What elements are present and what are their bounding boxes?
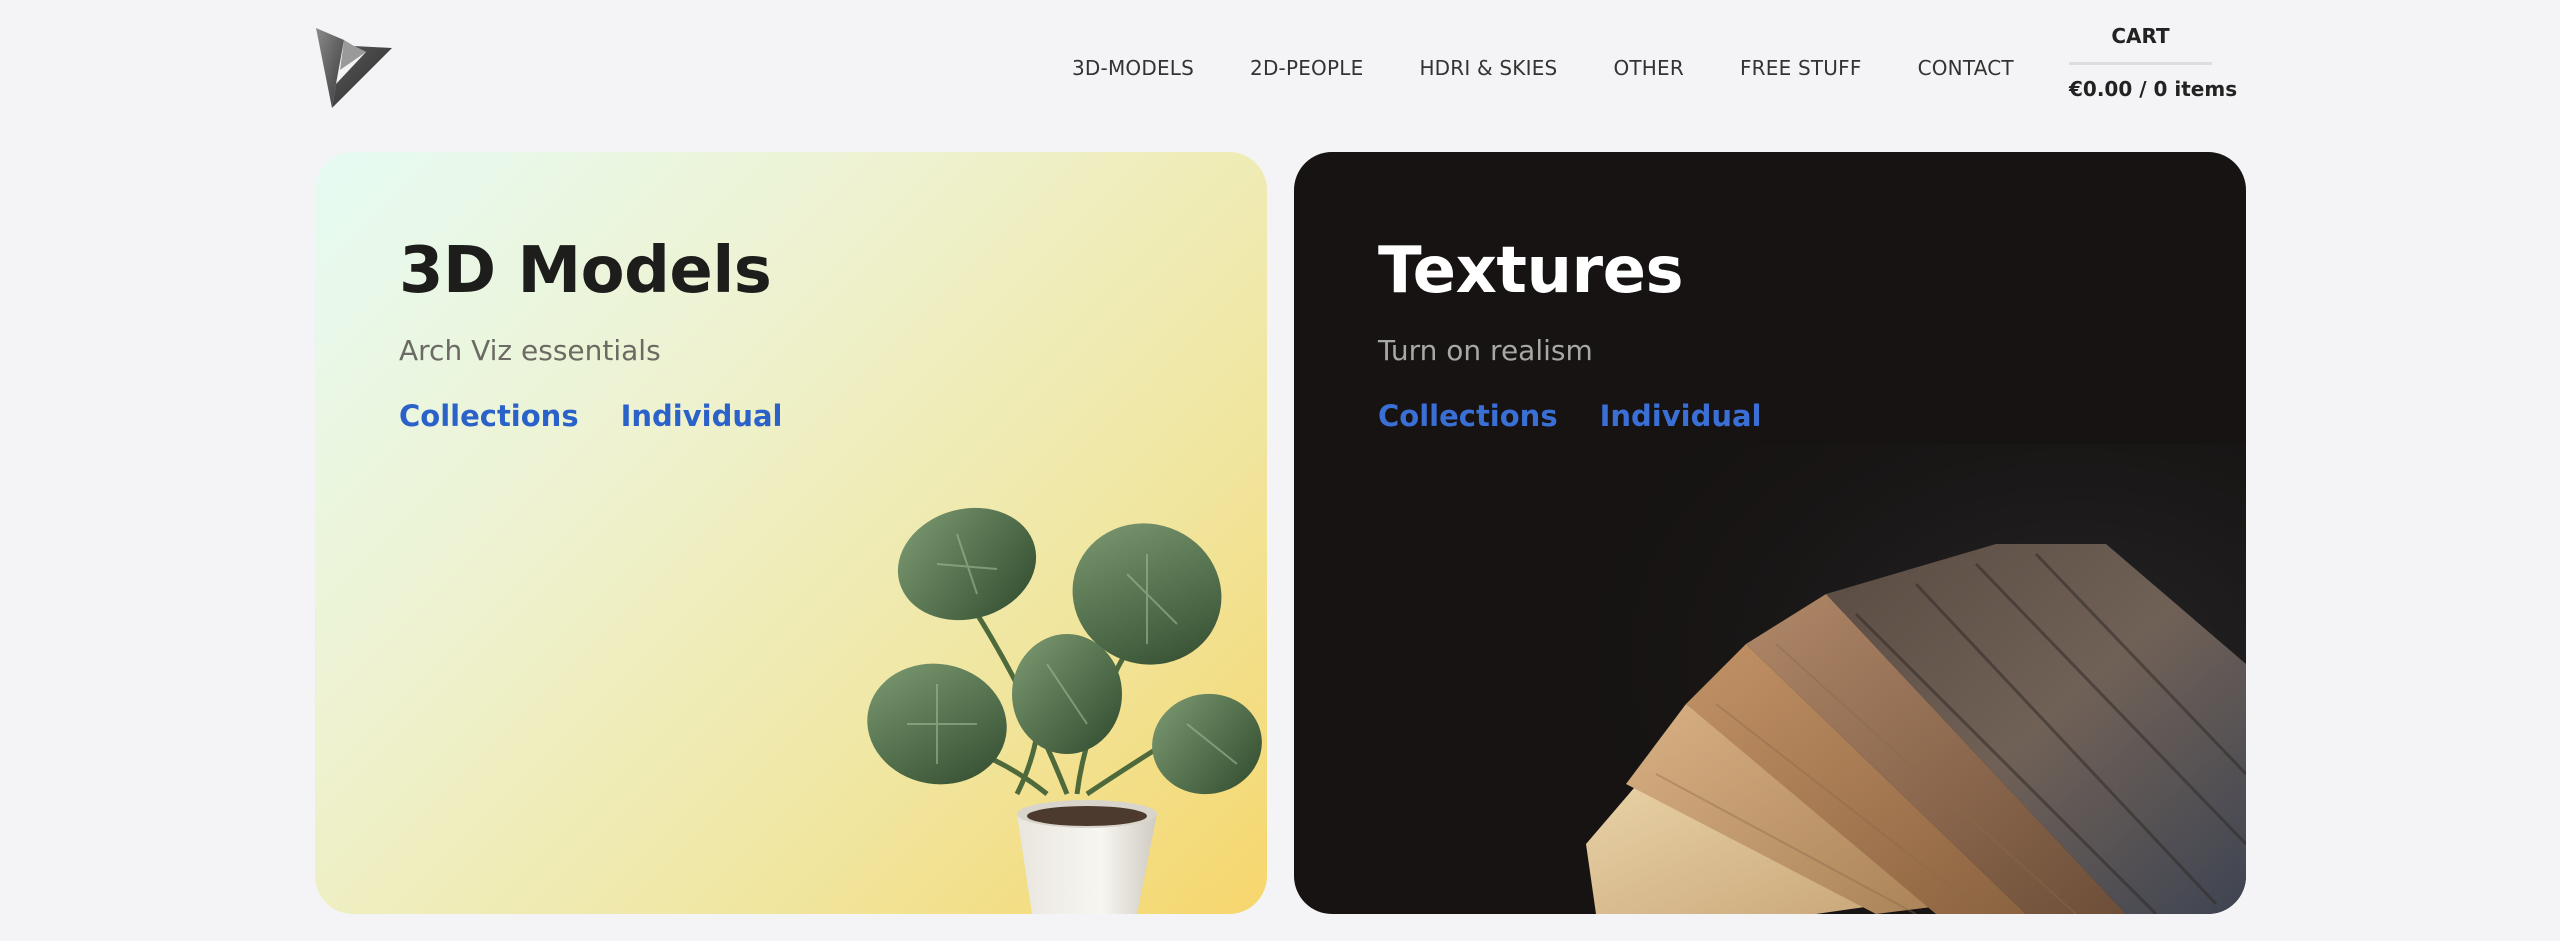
card-title: 3D Models bbox=[399, 234, 772, 308]
card-subtitle: Arch Viz essentials bbox=[399, 334, 661, 367]
card-subtitle: Turn on realism bbox=[1378, 334, 1593, 367]
individual-link[interactable]: Individual bbox=[621, 399, 783, 433]
logo-icon[interactable] bbox=[314, 26, 394, 111]
card-3d-models[interactable]: 3D Models Arch Viz essentials Collection… bbox=[315, 152, 1267, 914]
collections-link[interactable]: Collections bbox=[399, 399, 579, 433]
nav-item-contact[interactable]: CONTACT bbox=[1918, 56, 2014, 80]
cart-total: €0.00 / 0 items bbox=[2069, 77, 2238, 101]
nav-item-3d-models[interactable]: 3D-MODELS bbox=[1072, 56, 1194, 80]
site-header: 3D-MODELS 2D-PEOPLE HDRI & SKIES OTHER F… bbox=[0, 0, 2560, 140]
card-links: Collections Individual bbox=[399, 399, 783, 433]
main-nav: 3D-MODELS 2D-PEOPLE HDRI & SKIES OTHER F… bbox=[1072, 56, 2014, 80]
card-title: Textures bbox=[1378, 234, 1684, 308]
nav-item-other[interactable]: OTHER bbox=[1613, 56, 1684, 80]
cart-widget[interactable]: CART €0.00 / 0 items bbox=[2069, 24, 2238, 101]
card-links: Collections Individual bbox=[1378, 399, 1762, 433]
nav-item-2d-people[interactable]: 2D-PEOPLE bbox=[1250, 56, 1363, 80]
cart-title: CART bbox=[2069, 24, 2212, 65]
nav-item-free-stuff[interactable]: FREE STUFF bbox=[1740, 56, 1862, 80]
collections-link[interactable]: Collections bbox=[1378, 399, 1558, 433]
individual-link[interactable]: Individual bbox=[1600, 399, 1762, 433]
nav-item-hdri-skies[interactable]: HDRI & SKIES bbox=[1419, 56, 1557, 80]
card-textures[interactable]: Textures Turn on realism Collections Ind… bbox=[1294, 152, 2246, 914]
monstera-plant-image bbox=[867, 507, 1262, 914]
wood-veneer-samples-image bbox=[1556, 444, 2246, 914]
